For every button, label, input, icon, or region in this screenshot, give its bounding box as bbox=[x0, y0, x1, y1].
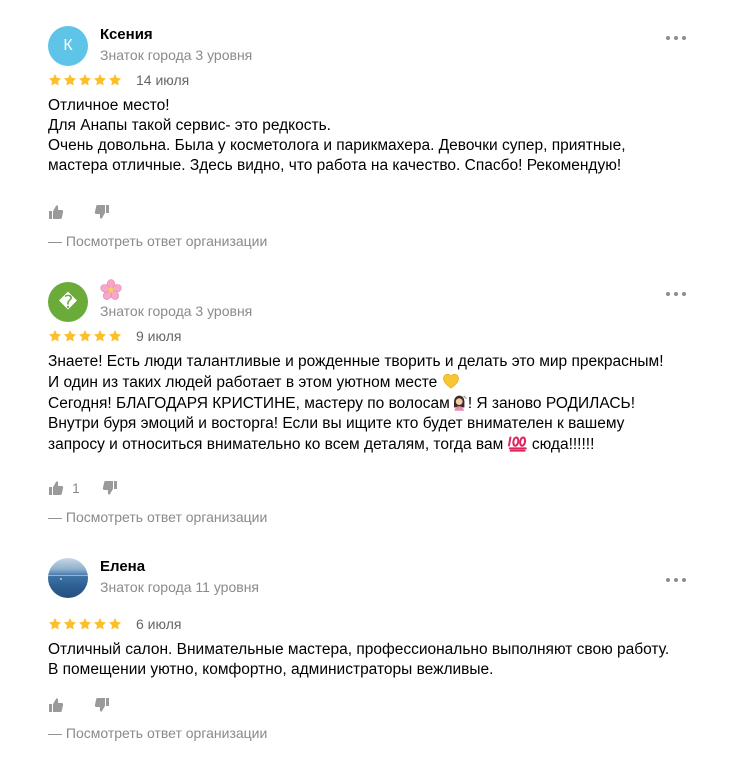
like-icon[interactable] bbox=[48, 697, 64, 713]
review-line-part: Сегодня! БЛАГОДАРЯ КРИСТИНЕ, мастеру по … bbox=[48, 395, 450, 412]
review-date: 6 июля bbox=[136, 616, 182, 632]
hundred-points-icon bbox=[507, 436, 527, 452]
review-line: мастера отличные. Здесь видно, что работ… bbox=[48, 157, 622, 174]
star-icon bbox=[78, 73, 92, 87]
star-icon bbox=[63, 617, 77, 631]
star-icon bbox=[108, 329, 122, 343]
review-line: Знаете! Есть люди талантливые и рожденны… bbox=[48, 353, 664, 370]
review-line-part: ! Я заново РОДИЛАСЬ! bbox=[467, 395, 636, 412]
avatar-letter: К bbox=[63, 37, 73, 54]
review-line: Очень довольна. Была у косметолога и пар… bbox=[48, 137, 626, 154]
more-options-icon[interactable] bbox=[666, 290, 688, 298]
review-actions: 1 bbox=[48, 480, 118, 496]
author-name[interactable]: Ксения bbox=[100, 26, 153, 43]
star-icon bbox=[78, 329, 92, 343]
star-icon bbox=[48, 73, 62, 87]
author-name[interactable]: Елена bbox=[100, 558, 145, 575]
review-line: запросу и относиться внимательно ко всем… bbox=[48, 434, 708, 455]
review-line: Сегодня! БЛАГОДАРЯ КРИСТИНЕ, мастеру по … bbox=[48, 393, 708, 414]
like-icon[interactable] bbox=[48, 204, 64, 220]
review-actions bbox=[48, 204, 110, 220]
view-org-reply-link[interactable]: — Посмотреть ответ организации bbox=[48, 725, 267, 741]
review-line: Отличный салон. Внимательные мастера, пр… bbox=[48, 641, 670, 658]
avatar-photo bbox=[48, 575, 88, 580]
avatar[interactable]: � bbox=[48, 282, 88, 322]
review-actions bbox=[48, 697, 110, 713]
rating-stars bbox=[48, 73, 123, 87]
star-icon bbox=[108, 617, 122, 631]
star-icon bbox=[93, 617, 107, 631]
review-line: И один из таких людей работает в этом ую… bbox=[48, 372, 708, 393]
star-icon bbox=[93, 73, 107, 87]
dislike-icon[interactable] bbox=[94, 204, 110, 220]
woman-getting-haircut-icon bbox=[453, 395, 467, 411]
like-count: 1 bbox=[72, 480, 80, 496]
author-name[interactable] bbox=[100, 279, 122, 305]
view-org-reply-link[interactable]: — Посмотреть ответ организации bbox=[48, 509, 267, 525]
review-date: 9 июля bbox=[136, 328, 182, 344]
review-text: Знаете! Есть люди талантливые и рожденны… bbox=[48, 352, 708, 455]
review-text: Отличный салон. Внимательные мастера, пр… bbox=[48, 640, 708, 680]
review-line-part: запросу и относиться внимательно ко всем… bbox=[48, 436, 504, 453]
review-line: В помещении уютно, комфортно, администра… bbox=[48, 661, 494, 678]
review-line-part: сюда!!!!!! bbox=[527, 436, 595, 453]
review-text: Отличное место! Для Анапы такой сервис- … bbox=[48, 96, 708, 176]
review-line: Отличное место! bbox=[48, 97, 170, 114]
star-icon bbox=[63, 329, 77, 343]
star-icon bbox=[63, 73, 77, 87]
dislike-icon[interactable] bbox=[94, 697, 110, 713]
view-org-reply-link[interactable]: — Посмотреть ответ организации bbox=[48, 233, 267, 249]
star-icon bbox=[48, 617, 62, 631]
author-level: Знаток города 3 уровня bbox=[100, 47, 253, 63]
review-line: Внутри буря эмоций и восторга! Если вы и… bbox=[48, 415, 625, 432]
like-icon[interactable] bbox=[48, 480, 64, 496]
avatar-letter: � bbox=[58, 291, 78, 313]
more-options-icon[interactable] bbox=[666, 34, 688, 42]
author-level: Знаток города 11 уровня bbox=[100, 579, 260, 595]
dislike-icon[interactable] bbox=[102, 480, 118, 496]
review-date: 14 июля bbox=[136, 72, 190, 88]
rating-stars bbox=[48, 329, 123, 343]
star-icon bbox=[48, 329, 62, 343]
star-icon bbox=[78, 617, 92, 631]
review-line: Для Анапы такой сервис- это редкость. bbox=[48, 117, 331, 134]
star-icon bbox=[93, 329, 107, 343]
review-line-part: И один из таких людей работает в этом ую… bbox=[48, 374, 438, 391]
author-level: Знаток города 3 уровня bbox=[100, 303, 253, 319]
cherry-blossom-icon bbox=[100, 279, 122, 300]
rating-stars bbox=[48, 617, 123, 631]
yellow-heart-icon bbox=[442, 373, 459, 389]
more-options-icon[interactable] bbox=[666, 576, 688, 584]
avatar[interactable]: К bbox=[48, 26, 88, 66]
star-icon bbox=[108, 73, 122, 87]
avatar[interactable] bbox=[48, 558, 88, 598]
